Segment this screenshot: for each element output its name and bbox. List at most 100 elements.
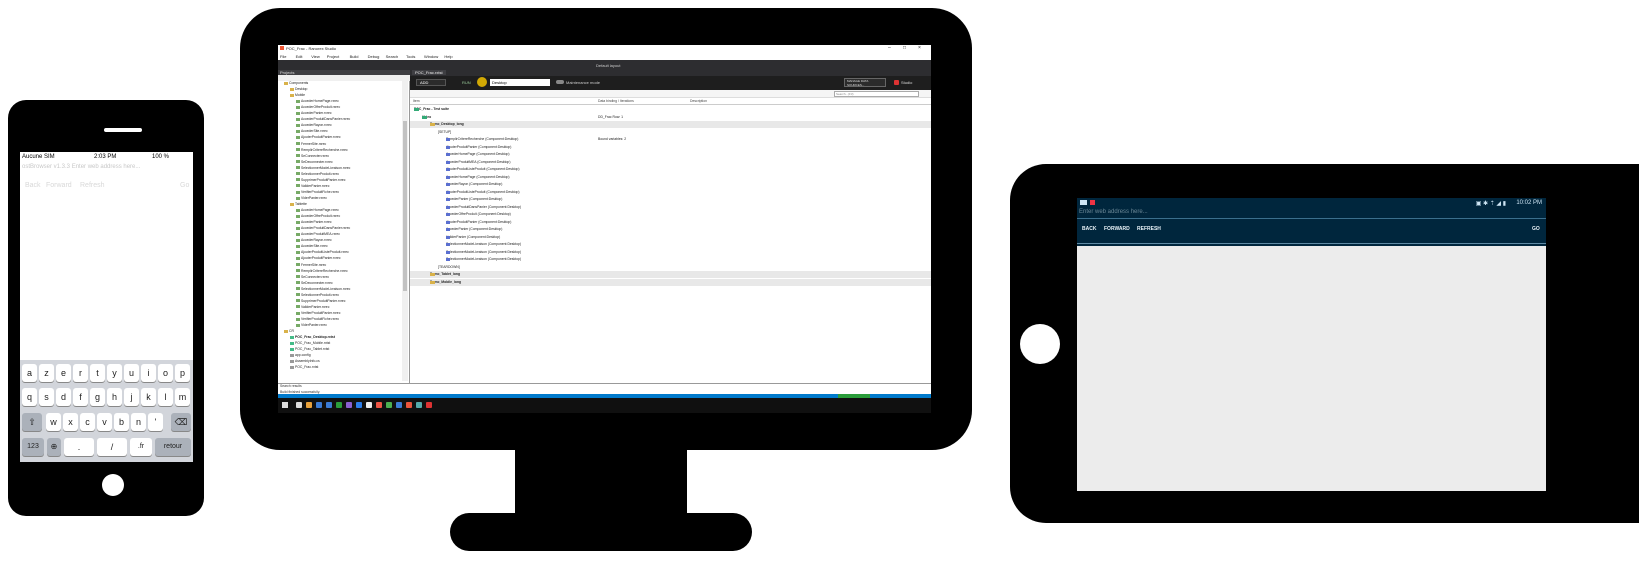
- menu-item[interactable]: Edit: [296, 54, 303, 59]
- taskbar-app-icon[interactable]: [376, 402, 382, 408]
- taskbar-app-icon[interactable]: [356, 402, 362, 408]
- manage-data-sources-button[interactable]: MANAGE DATA SOURCES...: [844, 78, 886, 87]
- suite-row[interactable]: Demo_Desktop_long: [410, 121, 931, 129]
- suite-row[interactable]: Demo_Mobile_long: [410, 278, 931, 286]
- tree-item[interactable]: AccederProduitMEA.rxrec: [296, 232, 340, 236]
- taskbar-app-icon[interactable]: [406, 402, 412, 408]
- key-row12[interactable]: e: [56, 364, 71, 382]
- menu-item[interactable]: Tools: [406, 54, 415, 59]
- suite-row[interactable]: RemplirCritereRecherche (Component:Deskt…: [410, 136, 931, 143]
- maximize-icon[interactable]: □: [903, 45, 906, 51]
- key-row18[interactable]: o: [158, 364, 173, 382]
- tree-item[interactable]: AccederProduitDansPanier.rxrec: [296, 117, 350, 121]
- tree-item[interactable]: VerifierProduitFiche.rxrec: [296, 190, 339, 194]
- tree-item[interactable]: Desktop: [290, 87, 307, 91]
- key-row11[interactable]: z: [39, 364, 54, 382]
- taskbar-app-icon[interactable]: [326, 402, 332, 408]
- suite-row[interactable]: Demo_Tablet_long: [410, 271, 931, 279]
- tree-item[interactable]: ViderPanier.rxrec: [296, 323, 327, 327]
- refresh-button[interactable]: Refresh: [80, 182, 105, 189]
- suite-row[interactable]: AjouterProduitPanier (Component:Desktop): [410, 144, 931, 151]
- suite-row[interactable]: SelectionnerModeLivraison (Component:Des…: [410, 249, 931, 256]
- key-row25[interactable]: h: [107, 388, 122, 406]
- suite-row[interactable]: AccederHomePage (Component:Desktop): [410, 151, 931, 158]
- tree-item[interactable]: SeConnecter.rxrec: [296, 275, 329, 279]
- tree-item[interactable]: AccederPanier.rxrec: [296, 220, 332, 224]
- suite-row[interactable]: ValiderPanier (Component:Desktop): [410, 234, 931, 241]
- phone-home-button[interactable]: [102, 474, 124, 496]
- key-row32[interactable]: c: [80, 413, 95, 431]
- key-row34[interactable]: b: [114, 413, 129, 431]
- tree-item[interactable]: AjouterProduitPanier.rxrec: [296, 135, 341, 139]
- slash-key[interactable]: /: [97, 438, 127, 456]
- taskbar-app-icon[interactable]: [426, 402, 432, 408]
- tree-item[interactable]: SeDeconnecter.rxrec: [296, 281, 333, 285]
- key-row10[interactable]: a: [22, 364, 37, 382]
- suite-row[interactable]: SelectionnerModeLivraison (Component:Des…: [410, 256, 931, 263]
- back-button[interactable]: Back: [25, 182, 41, 189]
- tree-item[interactable]: VerifierProduitFiche.rxrec: [296, 317, 339, 321]
- menu-item[interactable]: Help: [444, 54, 452, 59]
- tablet-back-button[interactable]: BACK: [1082, 226, 1096, 232]
- search-input[interactable]: Search...(F3): [834, 91, 919, 97]
- tree-item[interactable]: AjouterProduitListeProduit.rxrec: [296, 250, 349, 254]
- run-button[interactable]: RUN: [452, 79, 480, 86]
- tree-item[interactable]: FermerSite.rxrec: [296, 142, 326, 146]
- menu-item[interactable]: Search: [386, 54, 399, 59]
- tree-item[interactable]: AccederOffreProduit.rxrec: [296, 105, 340, 109]
- key-row35[interactable]: n: [131, 413, 146, 431]
- tree-item[interactable]: SelectionnerModeLivraison.rxrec: [296, 166, 350, 170]
- add-button[interactable]: ADD: [416, 79, 446, 86]
- tree-item[interactable]: Mobile: [290, 93, 305, 97]
- tree-item[interactable]: FermerSite.rxrec: [296, 263, 326, 267]
- taskbar-app-icon[interactable]: [336, 402, 342, 408]
- tree-item[interactable]: ValiderPanier.rxrec: [296, 305, 329, 309]
- tree-item[interactable]: AssemblyInfo.cs: [290, 359, 320, 363]
- taskbar-app-icon[interactable]: [416, 402, 422, 408]
- tree-item[interactable]: AccederRayon.rxrec: [296, 238, 332, 242]
- layout-selector[interactable]: Default layout: [596, 63, 620, 68]
- tree-item[interactable]: AccederHomePage.rxrec: [296, 208, 339, 212]
- environment-select[interactable]: Desktop: [490, 79, 550, 86]
- tree-item[interactable]: AccederSite.rxrec: [296, 244, 328, 248]
- col-data-binding[interactable]: Data binding / Iterations: [598, 99, 634, 103]
- taskbar-app-icon[interactable]: [386, 402, 392, 408]
- period-key[interactable]: .: [64, 438, 94, 456]
- menu-item[interactable]: View: [311, 54, 320, 59]
- tree-item[interactable]: POC_Frac_Mobile.rxtst: [290, 341, 330, 345]
- forward-button[interactable]: Forward: [46, 182, 72, 189]
- suite-row[interactable]: AccederProduitMEA (Component:Desktop): [410, 159, 931, 166]
- key-row19[interactable]: p: [175, 364, 190, 382]
- key-row28[interactable]: l: [158, 388, 173, 406]
- start-icon[interactable]: [282, 402, 288, 408]
- tree-item[interactable]: SelectionnerProduit.rxrec: [296, 172, 339, 176]
- key-row15[interactable]: y: [107, 364, 122, 382]
- tree-item[interactable]: SeDeconnecter.rxrec: [296, 160, 333, 164]
- tablet-refresh-button[interactable]: REFRESH: [1137, 226, 1161, 232]
- tree-item[interactable]: RemplirCritereRecherche.rxrec: [296, 269, 348, 273]
- suite-row[interactable]: POC_Frac - Test suite: [410, 106, 931, 113]
- tree-item[interactable]: SelectionnerModeLivraison.rxrec: [296, 287, 350, 291]
- tree-item[interactable]: Tablette: [290, 202, 307, 206]
- tablet-go-button[interactable]: GO: [1532, 226, 1540, 232]
- col-item[interactable]: Item: [413, 99, 420, 103]
- key-row16[interactable]: u: [124, 364, 139, 382]
- tree-item[interactable]: SupprimerProduitPanier.rxrec: [296, 178, 345, 182]
- tree-item[interactable]: ViderPanier.rxrec: [296, 196, 327, 200]
- menu-item[interactable]: Window: [424, 54, 438, 59]
- key-row33[interactable]: v: [97, 413, 112, 431]
- fr-key[interactable]: .fr: [130, 438, 152, 456]
- minimize-icon[interactable]: –: [888, 45, 891, 51]
- menu-item[interactable]: Build: [350, 54, 359, 59]
- suite-row[interactable]: [SETUP]: [410, 129, 931, 136]
- tree-item[interactable]: CR: [284, 329, 294, 333]
- suite-row[interactable]: AjouterProduitListeProduit (Component:De…: [410, 189, 931, 196]
- tree-item[interactable]: ValiderPanier.rxrec: [296, 184, 329, 188]
- tab-poc-frac[interactable]: POC_Frac.rxtst: [412, 70, 446, 75]
- scroll-thumb[interactable]: [403, 121, 407, 291]
- key-row36[interactable]: ': [148, 413, 163, 431]
- key-row20[interactable]: q: [22, 388, 37, 406]
- tablet-home-button[interactable]: [1020, 324, 1060, 364]
- suite-row[interactable]: AccederPanier (Component:Desktop): [410, 226, 931, 233]
- key-row14[interactable]: t: [90, 364, 105, 382]
